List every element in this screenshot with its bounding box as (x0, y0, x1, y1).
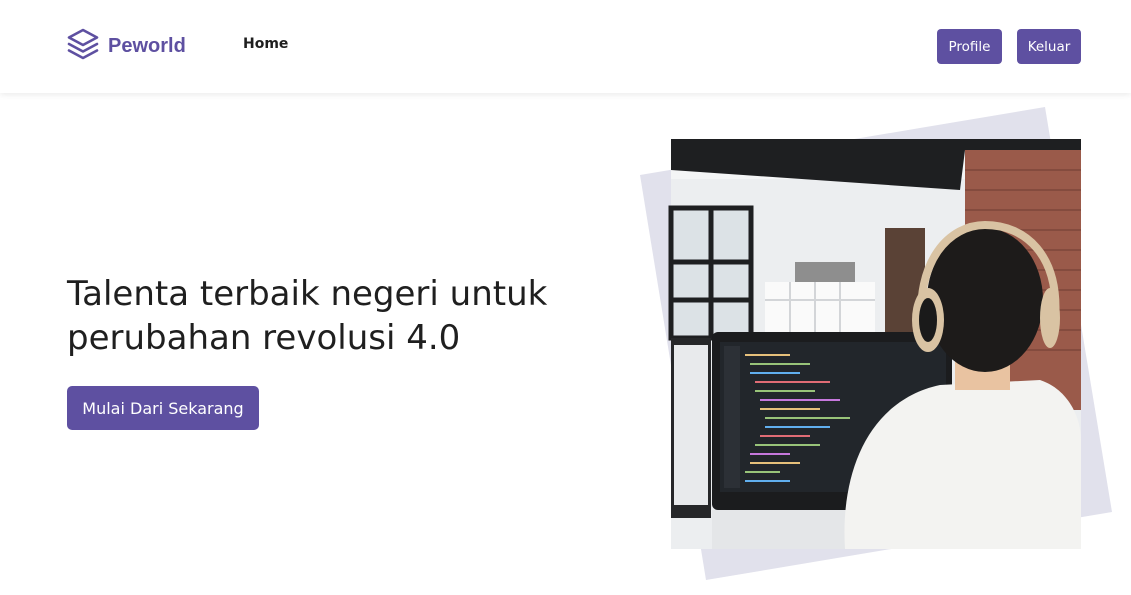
navbar: Peworld Home Profile Keluar (0, 0, 1131, 93)
hero-title-line-2: perubahan revolusi 4.0 (67, 318, 461, 358)
hero-image (630, 100, 1131, 591)
nav-home-link[interactable]: Home (243, 36, 288, 52)
office-photo (668, 139, 1081, 549)
layers-icon (66, 27, 100, 65)
start-now-button[interactable]: Mulai Dari Sekarang (67, 386, 259, 430)
hero-title-line-1: Talenta terbaik negeri untuk (67, 274, 548, 314)
brand-logo[interactable]: Peworld (66, 27, 186, 65)
logout-button[interactable]: Keluar (1017, 29, 1081, 64)
brand-name: Peworld (108, 34, 186, 57)
hero-title: Talenta terbaik negeri untuk perubahan r… (67, 272, 587, 360)
profile-button[interactable]: Profile (937, 29, 1002, 64)
